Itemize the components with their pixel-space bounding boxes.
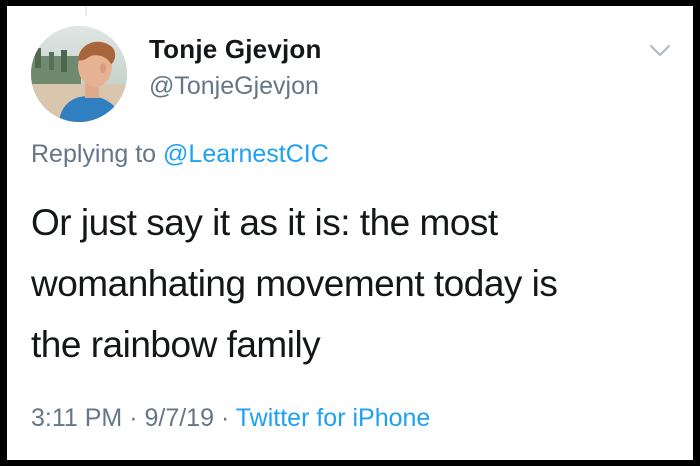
author-handle[interactable]: @TonjeGjevjon — [149, 72, 319, 101]
tweet-metadata: 3:11 PM · 9/7/19 · Twitter for iPhone — [31, 404, 430, 433]
reply-prefix: Replying to — [31, 140, 164, 168]
tweet-text-line: the rainbow family — [31, 324, 321, 365]
chevron-down-icon[interactable] — [649, 44, 671, 58]
tweet-time[interactable]: 3:11 PM — [31, 404, 122, 432]
thread-connector — [85, 6, 87, 16]
author-name[interactable]: Tonje Gjevjon — [149, 34, 322, 65]
tweet-date[interactable]: 9/7/19 — [144, 404, 214, 432]
tweet-text-line: Or just say it as it is: the most — [31, 202, 498, 243]
avatar-image — [31, 26, 127, 122]
tweet-card: Tonje Gjevjon @TonjeGjevjon Replying to … — [7, 6, 693, 460]
avatar[interactable] — [31, 26, 127, 122]
reply-context: Replying to @LearnestCIC — [31, 140, 329, 169]
tweet-text: Or just say it as it is: the most womanh… — [31, 192, 671, 375]
meta-separator: · — [129, 404, 138, 432]
tweet-text-line: womanhating movement today is — [31, 263, 558, 304]
tweet-source-link[interactable]: Twitter for iPhone — [236, 404, 431, 432]
reply-mention-link[interactable]: @LearnestCIC — [163, 140, 329, 168]
meta-separator: · — [220, 404, 230, 432]
